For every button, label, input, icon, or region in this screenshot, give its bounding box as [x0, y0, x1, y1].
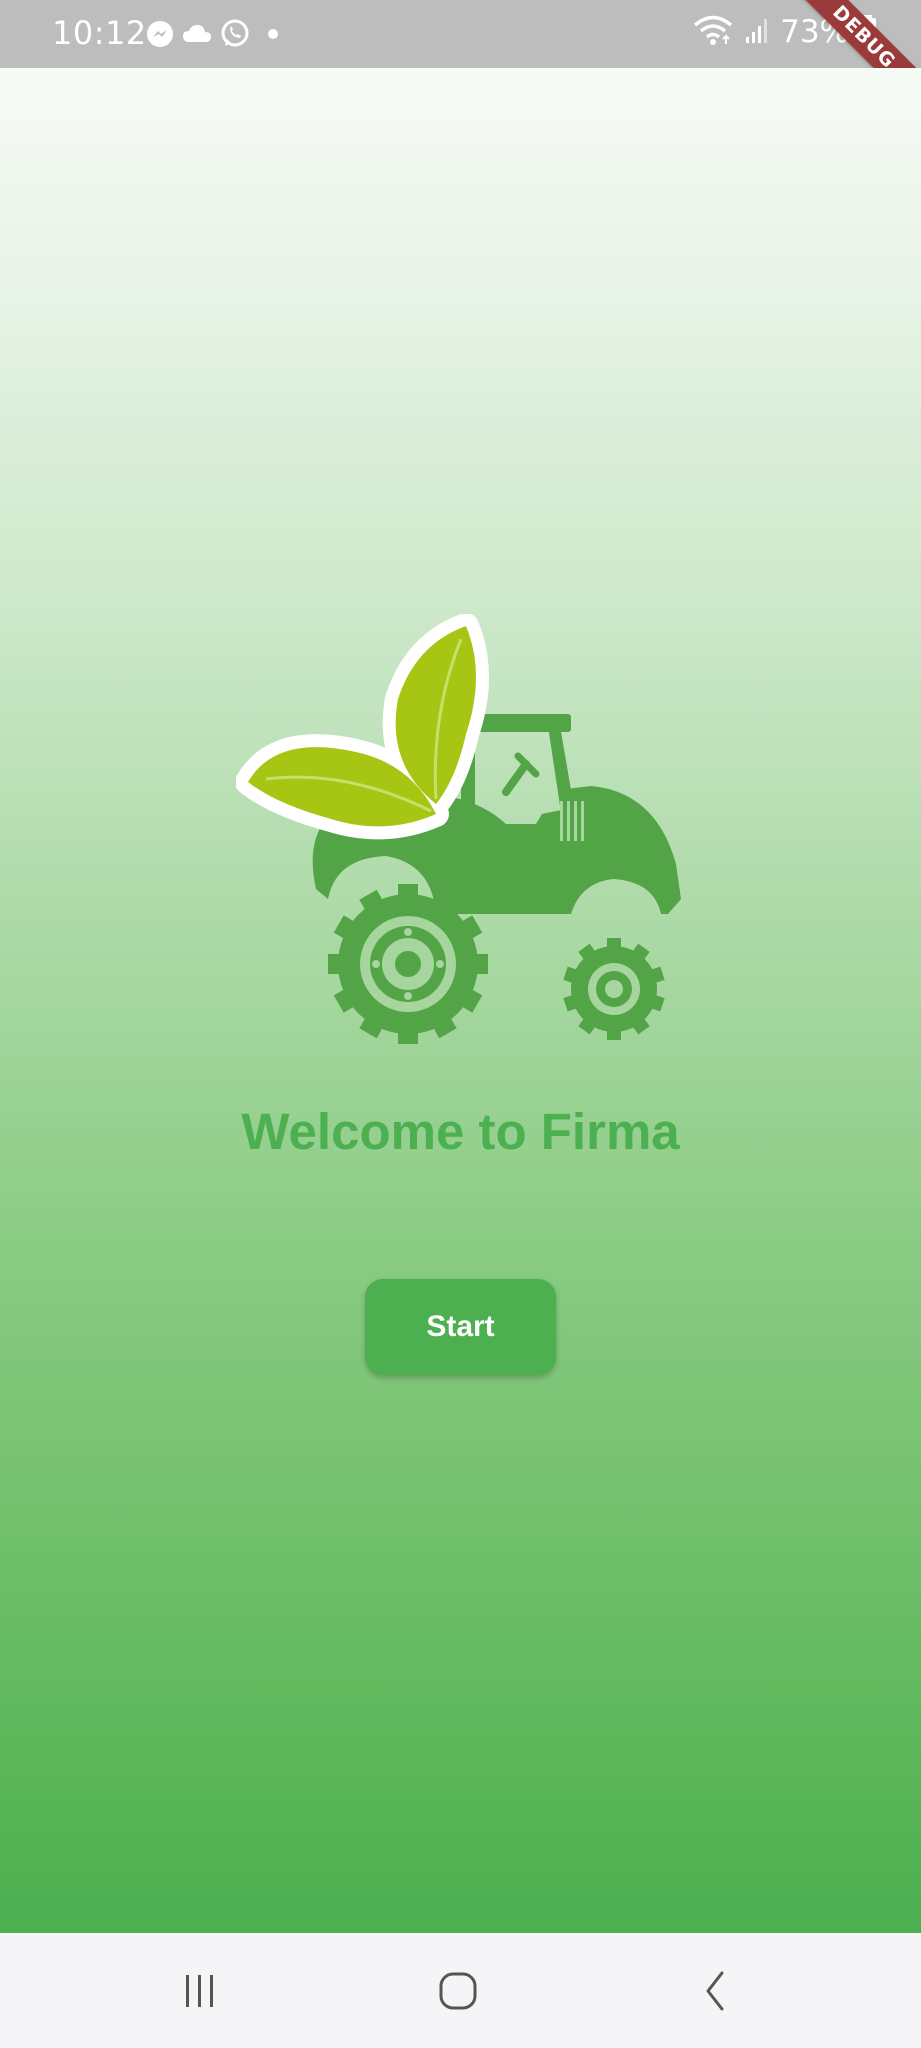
notification-icons [145, 16, 285, 56]
welcome-title: Welcome to Firma [241, 1103, 680, 1160]
start-button[interactable]: Start [365, 1279, 556, 1375]
messenger-icon [145, 19, 175, 53]
tractor-leaf-logo [236, 614, 681, 1044]
status-bar: 10:12 73% DEBUG [0, 0, 921, 129]
cloud-icon [181, 22, 213, 50]
recent-apps-button[interactable] [160, 1961, 240, 2021]
status-time: 10:12 [52, 14, 147, 52]
home-button[interactable] [418, 1961, 498, 2021]
back-icon [706, 1971, 724, 2011]
signal-icon [744, 15, 770, 49]
back-button[interactable] [676, 1961, 756, 2021]
wifi-icon [692, 14, 734, 50]
app-screen: 10:12 73% DEBUG Welcome to Firma Start [0, 0, 921, 2048]
home-icon [439, 1972, 477, 2010]
whatsapp-icon [219, 18, 251, 54]
dot-icon [257, 24, 285, 48]
welcome-screen: Welcome to Firma Start [0, 68, 921, 1933]
navigation-bar [0, 1933, 921, 2048]
recent-apps-icon [186, 1975, 213, 2007]
